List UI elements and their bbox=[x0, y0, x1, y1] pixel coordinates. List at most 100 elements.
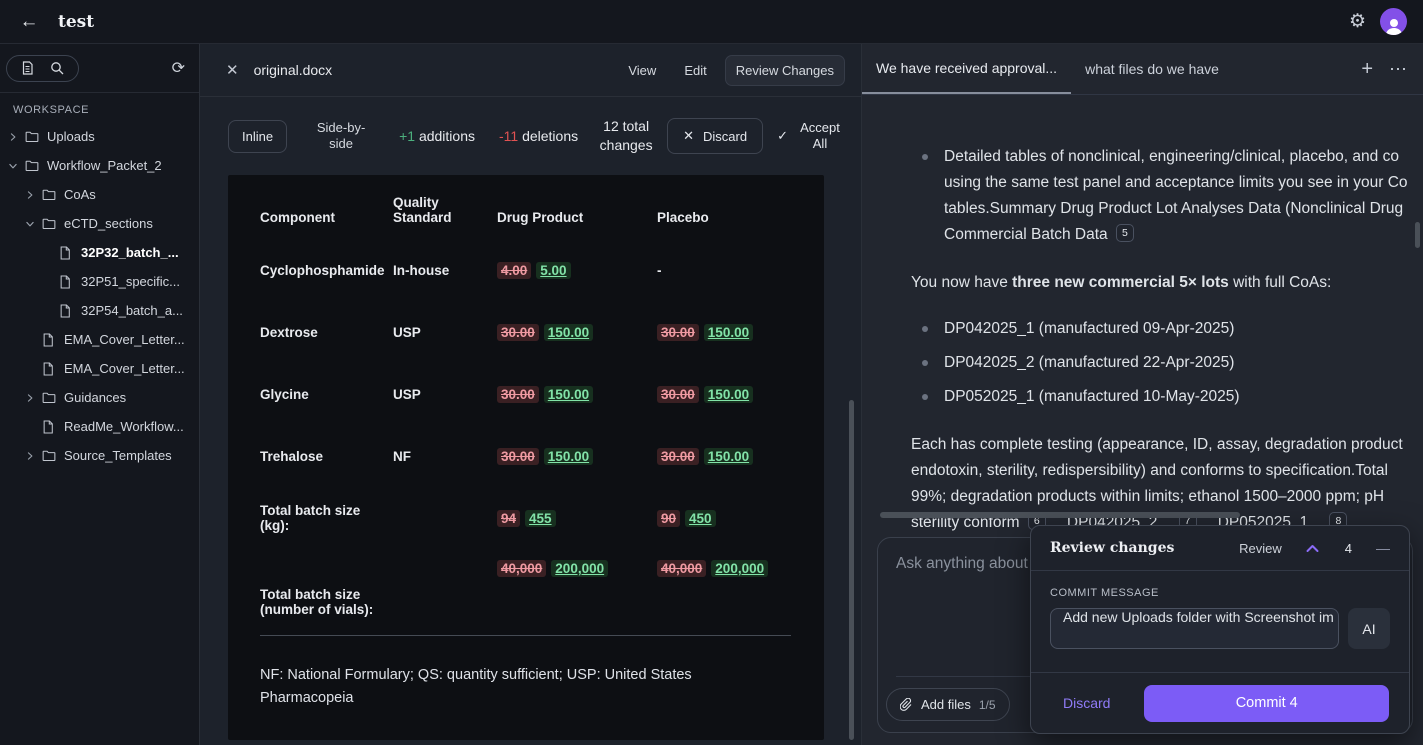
tree-item-coas[interactable]: CoAs bbox=[0, 180, 199, 209]
tree-item-32p32-batch-[interactable]: 32P32_batch_... bbox=[0, 238, 199, 267]
deleted-value[interactable]: 40,000 bbox=[497, 560, 546, 577]
citation-badge[interactable]: 5 bbox=[1116, 224, 1134, 242]
document-icon bbox=[21, 61, 34, 75]
inline-toggle[interactable]: Inline bbox=[228, 120, 287, 153]
added-value[interactable]: 150.00 bbox=[704, 448, 753, 465]
chevron-right-icon[interactable] bbox=[25, 451, 42, 461]
back-icon[interactable]: ← bbox=[16, 9, 42, 35]
additions-count: +1 additions bbox=[399, 128, 475, 144]
tree-item-workflow-packet-2[interactable]: Workflow_Packet_2 bbox=[0, 151, 199, 180]
tree-item-uploads[interactable]: Uploads bbox=[0, 122, 199, 151]
added-value[interactable]: 150.00 bbox=[544, 448, 593, 465]
deleted-value[interactable]: 4.00 bbox=[497, 262, 531, 279]
deleted-value[interactable]: 40,000 bbox=[657, 560, 706, 577]
check-icon: ✓ bbox=[777, 128, 788, 144]
folder-icon bbox=[42, 217, 60, 230]
more-options-icon[interactable]: ⋯ bbox=[1389, 60, 1407, 78]
chevron-up-icon[interactable] bbox=[1306, 544, 1319, 553]
discard-button[interactable]: ✕ Discard bbox=[667, 118, 763, 154]
commit-button[interactable]: Commit 4 bbox=[1144, 685, 1389, 722]
added-value[interactable]: 5.00 bbox=[536, 262, 570, 279]
tree-item-label: EMA_Cover_Letter... bbox=[64, 361, 185, 376]
added-value[interactable]: 450 bbox=[685, 510, 716, 527]
tree-item-ema-cover-letter-[interactable]: EMA_Cover_Letter... bbox=[0, 325, 199, 354]
popup-discard-button[interactable]: Discard bbox=[1051, 695, 1122, 711]
app-window: ← test ⚙ ⟳ bbox=[0, 0, 1423, 745]
table-row: TrehaloseNF30.00150.0030.00150.00 bbox=[260, 425, 824, 487]
gear-icon[interactable]: ⚙ bbox=[1349, 12, 1366, 31]
chevron-right-icon[interactable] bbox=[25, 190, 42, 200]
added-value[interactable]: 150.00 bbox=[544, 324, 593, 341]
added-value[interactable]: 200,000 bbox=[711, 560, 768, 577]
tree-item-guidances[interactable]: Guidances bbox=[0, 383, 199, 412]
chat-vertical-scrollbar[interactable] bbox=[1415, 222, 1420, 248]
chat-tab-2[interactable]: what files do we have bbox=[1071, 44, 1233, 94]
tab-edit[interactable]: Edit bbox=[674, 56, 716, 85]
sidebar-header: ⟳ bbox=[0, 44, 199, 93]
add-files-button[interactable]: Add files 1/5 bbox=[886, 688, 1010, 721]
deleted-value[interactable]: 30.00 bbox=[497, 324, 539, 341]
tree-item-ectd-sections[interactable]: eCTD_sections bbox=[0, 209, 199, 238]
tree-item-label: Guidances bbox=[64, 390, 126, 405]
search-icon bbox=[50, 61, 64, 75]
added-value[interactable]: 200,000 bbox=[551, 560, 608, 577]
tab-review-changes[interactable]: Review Changes bbox=[725, 55, 845, 86]
chevron-down-icon[interactable] bbox=[25, 219, 42, 229]
file-tree: UploadsWorkflow_Packet_2CoAseCTD_section… bbox=[0, 122, 199, 470]
chevron-down-icon[interactable] bbox=[8, 161, 25, 171]
accept-all-button[interactable]: ✓ Accept All bbox=[777, 120, 843, 152]
chevron-right-icon[interactable] bbox=[8, 132, 25, 142]
sidebar-search-pill[interactable] bbox=[6, 55, 79, 82]
added-value[interactable]: 150.00 bbox=[704, 386, 753, 403]
deleted-value[interactable]: 30.00 bbox=[497, 448, 539, 465]
deleted-value[interactable]: 94 bbox=[497, 510, 520, 527]
component-cell: Dextrose bbox=[260, 325, 393, 340]
table-cell: 90 450 bbox=[657, 511, 824, 526]
top-bar: ← test ⚙ bbox=[0, 0, 1423, 44]
deleted-value[interactable]: 30.00 bbox=[657, 386, 699, 403]
table-row: GlycineUSP30.00150.0030.00150.00 bbox=[260, 363, 824, 425]
document-scrollbar[interactable] bbox=[849, 400, 854, 740]
deleted-value[interactable]: 30.00 bbox=[657, 324, 699, 341]
folder-icon bbox=[42, 188, 60, 201]
added-value[interactable]: 455 bbox=[525, 510, 556, 527]
sidebar: ⟳ WORKSPACE UploadsWorkflow_Packet_2CoAs… bbox=[0, 44, 200, 745]
file-icon bbox=[59, 275, 77, 289]
batch-formula-table: Component Quality Standard Drug Product … bbox=[228, 175, 824, 710]
tree-item-32p54-batch-a-[interactable]: 32P54_batch_a... bbox=[0, 296, 199, 325]
table-cell: 40,000 200,000 bbox=[657, 549, 824, 576]
column-header: Placebo bbox=[657, 210, 824, 225]
folder-icon bbox=[42, 449, 60, 462]
chat-tab-bar: We have received approval... what files … bbox=[862, 44, 1423, 95]
tree-item-32p51-specific-[interactable]: 32P51_specific... bbox=[0, 267, 199, 296]
deleted-value[interactable]: 30.00 bbox=[497, 386, 539, 403]
chat-tab-1[interactable]: We have received approval... bbox=[862, 44, 1071, 94]
minimize-icon[interactable]: — bbox=[1376, 540, 1390, 556]
refresh-icon[interactable]: ⟳ bbox=[172, 58, 185, 78]
ai-button[interactable]: AI bbox=[1348, 608, 1390, 649]
avatar[interactable] bbox=[1380, 8, 1407, 35]
added-value[interactable]: 150.00 bbox=[544, 386, 593, 403]
popup-title: Review changes bbox=[1050, 540, 1174, 556]
chevron-right-icon[interactable] bbox=[25, 393, 42, 403]
column-header: Drug Product bbox=[497, 210, 657, 225]
commit-message-input[interactable]: Add new Uploads folder with Screenshot i… bbox=[1050, 608, 1339, 649]
table-cell: 94 455 bbox=[497, 511, 657, 526]
tree-item-source-templates[interactable]: Source_Templates bbox=[0, 441, 199, 470]
deleted-value[interactable]: 30.00 bbox=[657, 448, 699, 465]
tree-item-readme-workflow-[interactable]: ReadMe_Workflow... bbox=[0, 412, 199, 441]
bullet-dot bbox=[922, 394, 928, 400]
document-content: Component Quality Standard Drug Product … bbox=[228, 175, 824, 740]
chat-horizontal-scrollbar[interactable] bbox=[880, 512, 1240, 518]
divider bbox=[260, 635, 791, 636]
new-chat-icon[interactable]: + bbox=[1361, 59, 1373, 79]
close-icon[interactable]: ✕ bbox=[226, 61, 239, 79]
review-link[interactable]: Review bbox=[1239, 541, 1282, 556]
tree-item-ema-cover-letter-[interactable]: EMA_Cover_Letter... bbox=[0, 354, 199, 383]
component-cell: Total batch size (number of vials): bbox=[260, 587, 393, 633]
tab-view[interactable]: View bbox=[618, 56, 666, 85]
component-cell: Total batch size (kg): bbox=[260, 503, 393, 533]
added-value[interactable]: 150.00 bbox=[704, 324, 753, 341]
side-by-side-toggle[interactable]: Side-by- side bbox=[309, 120, 373, 152]
deleted-value[interactable]: 90 bbox=[657, 510, 680, 527]
